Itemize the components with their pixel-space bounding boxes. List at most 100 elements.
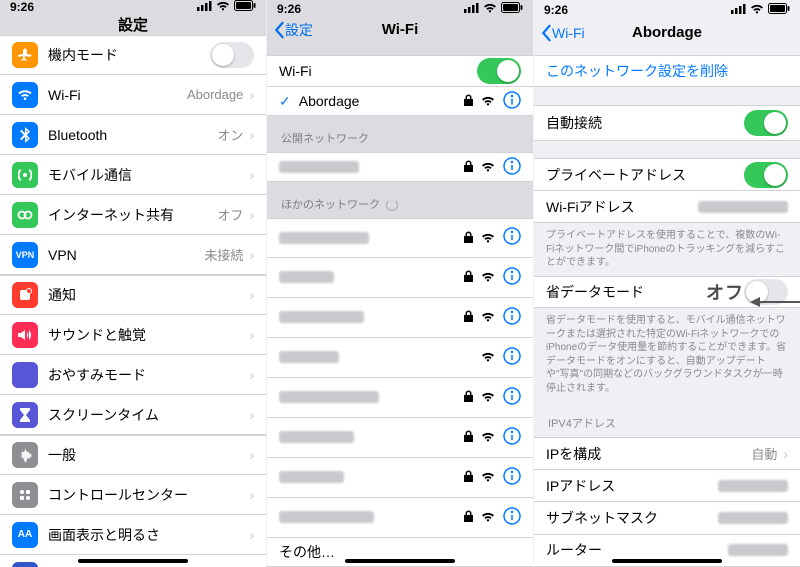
network-name-blurred: [279, 471, 344, 483]
wifi-toggle-row[interactable]: Wi-Fi: [267, 55, 533, 87]
auto-join-switch[interactable]: [744, 110, 788, 136]
chevron-right-icon: ›: [249, 167, 254, 183]
row-label: 一般: [48, 445, 243, 465]
setting-row-airplane[interactable]: 機内モード: [0, 35, 266, 75]
forget-network-row[interactable]: このネットワーク設定を削除: [534, 55, 800, 88]
hourglass-icon: [12, 402, 38, 428]
private-address-footer: プライベートアドレスを使用することで、複数のWi-Fiネットワーク間でiPhon…: [534, 223, 800, 276]
lock-icon: [464, 469, 473, 485]
info-icon[interactable]: [503, 227, 521, 248]
row-value: 未接続: [204, 245, 243, 264]
status-time: 9:26: [277, 2, 301, 16]
router-value-blurred: [728, 544, 788, 556]
info-icon[interactable]: [503, 267, 521, 288]
home-indicator[interactable]: [345, 559, 455, 563]
navbar: Wi-Fi Abordage: [534, 19, 800, 46]
setting-row-sound[interactable]: サウンドと触覚 ›: [0, 315, 266, 355]
row-label: Wi-Fi: [48, 87, 187, 103]
lock-icon: [464, 230, 473, 246]
back-button[interactable]: Wi-Fi: [540, 24, 585, 42]
row-label: おやすみモード: [48, 365, 243, 385]
network-name: Abordage: [299, 93, 464, 109]
info-icon[interactable]: [503, 507, 521, 528]
row-label: ルーター: [546, 540, 728, 560]
display-icon: AA: [12, 522, 38, 548]
status-bar: 9:26: [0, 0, 266, 14]
wifi-switch[interactable]: [477, 58, 521, 84]
setting-row-dnd[interactable]: おやすみモード ›: [0, 355, 266, 395]
row-label: Wi-Fi: [279, 63, 477, 79]
low-data-mode-row[interactable]: 省データモード オフ: [534, 276, 800, 309]
chevron-right-icon: ›: [249, 127, 254, 143]
wifi-network-row[interactable]: [267, 338, 533, 378]
wifi-connected-row[interactable]: ✓ Abordage: [267, 87, 533, 116]
ip-config-row[interactable]: IPを構成 自動 ›: [534, 437, 800, 470]
wifi-network-row[interactable]: [267, 458, 533, 498]
private-address-switch[interactable]: [744, 162, 788, 188]
lock-icon: [464, 159, 473, 175]
auto-join-row[interactable]: 自動接続: [534, 105, 800, 141]
row-label: インターネット共有: [48, 205, 217, 225]
annotation-off-label: オフ: [706, 279, 744, 305]
navbar: 設定: [0, 14, 266, 35]
wifi-network-row[interactable]: [267, 298, 533, 338]
chevron-right-icon: ›: [249, 87, 254, 103]
signal-icon: [197, 0, 212, 14]
setting-row-notifications[interactable]: 通知 ›: [0, 275, 266, 315]
setting-row-cellular[interactable]: モバイル通信 ›: [0, 155, 266, 195]
info-icon[interactable]: [503, 307, 521, 328]
setting-row-hotspot[interactable]: インターネット共有 オフ ›: [0, 195, 266, 235]
info-icon[interactable]: [503, 467, 521, 488]
airplane-icon: [12, 42, 38, 68]
settings-root-screen: 9:26 設定 機内モード Wi-Fi Abordage › Bluetooth…: [0, 0, 266, 567]
status-bar: 9:26: [534, 0, 800, 19]
annotation-arrow-icon: [748, 295, 800, 312]
row-label: Wi-Fiアドレス: [546, 197, 698, 217]
info-icon[interactable]: [503, 91, 521, 112]
control-center-icon: [12, 482, 38, 508]
wifi-network-row[interactable]: [267, 498, 533, 538]
chevron-right-icon: ›: [249, 207, 254, 223]
setting-row-vpn[interactable]: VPN VPN 未接続 ›: [0, 235, 266, 275]
chevron-right-icon: ›: [249, 487, 254, 503]
setting-row-bluetooth[interactable]: Bluetooth オン ›: [0, 115, 266, 155]
wifi-network-row[interactable]: [267, 152, 533, 181]
setting-row-display[interactable]: AA 画面表示と明るさ ›: [0, 515, 266, 555]
home-grid-icon: [12, 562, 38, 567]
wifi-strength-icon: [481, 93, 495, 109]
row-label: モバイル通信: [48, 165, 243, 185]
info-icon[interactable]: [503, 157, 521, 178]
wifi-network-row[interactable]: [267, 218, 533, 258]
info-icon[interactable]: [503, 427, 521, 448]
checkmark-icon: ✓: [279, 93, 291, 110]
wifi-network-row[interactable]: [267, 258, 533, 298]
lock-icon: [464, 429, 473, 445]
row-label: コントロールセンター: [48, 485, 243, 505]
airplane-switch[interactable]: [210, 42, 254, 68]
home-indicator[interactable]: [612, 559, 722, 563]
home-indicator[interactable]: [78, 559, 188, 563]
chevron-right-icon: ›: [249, 447, 254, 463]
setting-row-control-center[interactable]: コントロールセンター ›: [0, 475, 266, 515]
wifi-network-row[interactable]: [267, 378, 533, 418]
setting-row-wifi[interactable]: Wi-Fi Abordage ›: [0, 75, 266, 115]
setting-row-general[interactable]: 一般 ›: [0, 435, 266, 475]
row-label: 通知: [48, 285, 243, 305]
network-name-blurred: [279, 311, 364, 323]
row-label: VPN: [48, 247, 204, 263]
info-icon[interactable]: [503, 387, 521, 408]
ip-value-blurred: [718, 480, 788, 492]
info-icon[interactable]: [503, 347, 521, 368]
private-address-row[interactable]: プライベートアドレス: [534, 158, 800, 191]
status-bar: 9:26: [267, 0, 533, 17]
wifi-network-row[interactable]: [267, 418, 533, 458]
ip-address-row: IPアドレス: [534, 470, 800, 502]
wifi-address-row: Wi-Fiアドレス: [534, 191, 800, 223]
wifi-strength-icon: [481, 349, 495, 365]
wifi-strength-icon: [481, 230, 495, 246]
subnet-value-blurred: [718, 512, 788, 524]
setting-row-screentime[interactable]: スクリーンタイム ›: [0, 395, 266, 435]
bluetooth-icon: [12, 122, 38, 148]
back-button[interactable]: 設定: [273, 20, 313, 40]
row-label: 自動接続: [546, 113, 744, 133]
